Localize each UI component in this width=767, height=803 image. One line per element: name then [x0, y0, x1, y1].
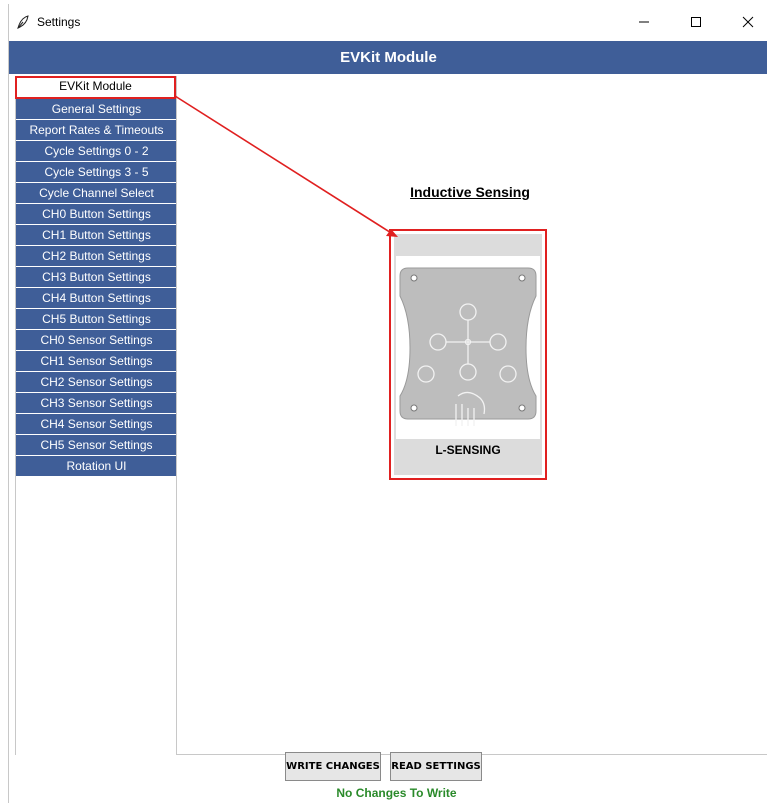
section-title: Inductive Sensing [410, 184, 530, 200]
settings-sidebar: EVKit Module General Settings Report Rat… [15, 76, 177, 755]
close-icon [742, 16, 754, 28]
read-settings-button[interactable]: READ SETTINGS [390, 752, 482, 781]
sensor-board-image [396, 256, 540, 439]
sidebar-item-report-rates[interactable]: Report Rates & Timeouts [16, 120, 177, 141]
page-title: EVKit Module [340, 49, 437, 66]
feather-pen-icon [17, 15, 29, 29]
sidebar-item-ch3-sensor-settings[interactable]: CH3 Sensor Settings [16, 393, 177, 414]
sidebar-item-rotation-ui[interactable]: Rotation UI [16, 456, 177, 477]
sidebar-item-ch5-button-settings[interactable]: CH5 Button Settings [16, 309, 177, 330]
write-changes-button[interactable]: WRITE CHANGES [285, 752, 381, 781]
sidebar-item-general-settings[interactable]: General Settings [16, 99, 177, 120]
module-card-label: L-SENSING [435, 443, 501, 457]
status-message: No Changes To Write [336, 786, 457, 800]
module-card[interactable]: L-SENSING [389, 229, 547, 480]
sidebar-item-ch0-sensor-settings[interactable]: CH0 Sensor Settings [16, 330, 177, 351]
close-button[interactable] [725, 4, 767, 40]
sidebar-item-cycle-settings-0-2[interactable]: Cycle Settings 0 - 2 [16, 141, 177, 162]
content-divider [176, 76, 177, 755]
settings-window: Settings EVKit Module EVKit Module Gener… [8, 4, 767, 803]
sidebar-item-ch1-sensor-settings[interactable]: CH1 Sensor Settings [16, 351, 177, 372]
sidebar-item-cycle-settings-3-5[interactable]: Cycle Settings 3 - 5 [16, 162, 177, 183]
title-bar: Settings [9, 4, 767, 40]
sidebar-item-ch4-button-settings[interactable]: CH4 Button Settings [16, 288, 177, 309]
window-title: Settings [37, 15, 81, 29]
minimize-icon [639, 21, 649, 23]
minimize-button[interactable] [621, 4, 667, 40]
sidebar-item-ch2-button-settings[interactable]: CH2 Button Settings [16, 246, 177, 267]
sidebar-item-evkit-module[interactable]: EVKit Module [15, 76, 176, 99]
module-card-body: L-SENSING [394, 234, 542, 475]
sensor-board-icon [399, 267, 537, 426]
maximize-icon [691, 17, 701, 27]
sidebar-item-ch1-button-settings[interactable]: CH1 Button Settings [16, 225, 177, 246]
sidebar-item-ch5-sensor-settings[interactable]: CH5 Sensor Settings [16, 435, 177, 456]
sidebar-item-ch4-sensor-settings[interactable]: CH4 Sensor Settings [16, 414, 177, 435]
sidebar-item-cycle-channel-select[interactable]: Cycle Channel Select [16, 183, 177, 204]
maximize-button[interactable] [673, 4, 719, 40]
sidebar-item-ch0-button-settings[interactable]: CH0 Button Settings [16, 204, 177, 225]
page-header: EVKit Module [9, 41, 767, 74]
sidebar-item-ch3-button-settings[interactable]: CH3 Button Settings [16, 267, 177, 288]
sidebar-item-ch2-sensor-settings[interactable]: CH2 Sensor Settings [16, 372, 177, 393]
